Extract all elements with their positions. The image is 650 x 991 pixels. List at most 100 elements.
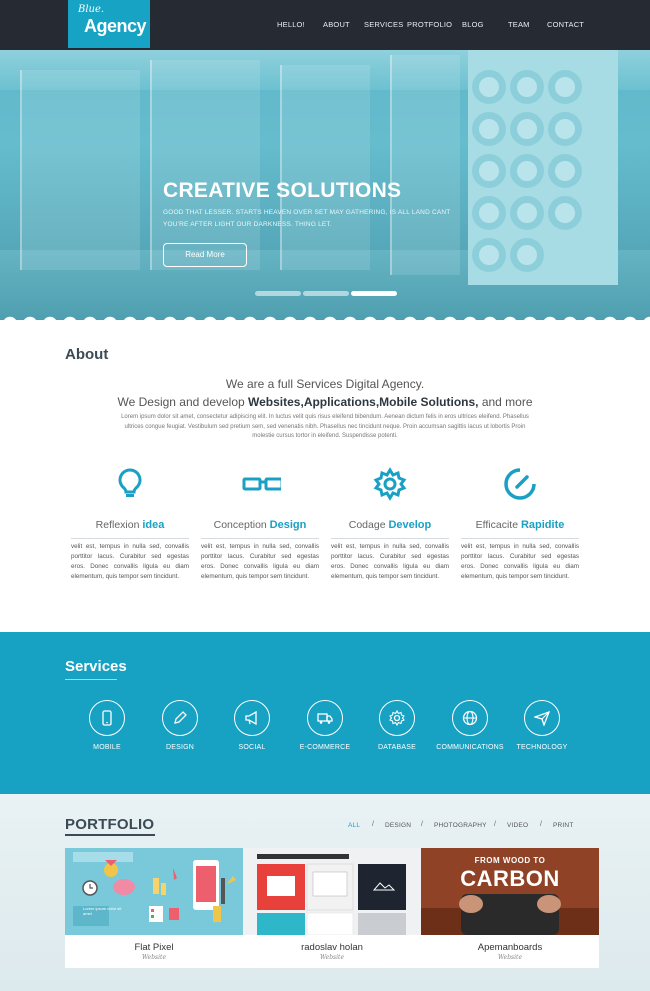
hero-image-ring: [472, 238, 506, 272]
nav-hello[interactable]: HELLO!: [277, 20, 305, 29]
filter-design[interactable]: DESIGN: [385, 822, 411, 829]
service-circle: [524, 700, 560, 736]
hero-image-ring: [472, 154, 506, 188]
filter-separator: /: [372, 821, 374, 828]
service-circle: [452, 700, 488, 736]
slider-pagination: [255, 291, 400, 296]
card-title: Flat Pixel: [134, 942, 174, 953]
feature-title: Reflexion idea: [71, 519, 189, 531]
nav-about[interactable]: ABOUT: [323, 20, 350, 29]
nav-services[interactable]: SERVICES: [364, 20, 403, 29]
hero-image-ring: [548, 154, 582, 188]
filter-photography[interactable]: PHOTOGRAPHY: [434, 822, 487, 829]
hero-image-glass-panel: [280, 65, 370, 270]
flat-illustration: [65, 848, 243, 935]
service-circle: [234, 700, 270, 736]
feature-text: velit est, tempus in nulla sed, convalli…: [331, 543, 449, 580]
scalloped-divider: [0, 312, 650, 324]
service-label: SOCIAL: [238, 744, 266, 751]
about-subheadline-post: and more: [478, 395, 533, 409]
gear-icon: [389, 710, 405, 726]
feature-divider: [71, 538, 189, 539]
portfolio-thumbnail: Lorem ipsum dolor sit amet: [65, 848, 243, 935]
pencil-icon: [174, 711, 187, 724]
portfolio-card[interactable]: radoslav holan Website: [243, 848, 421, 968]
filter-separator: /: [540, 821, 542, 828]
feature-text: velit est, tempus in nulla sed, convalli…: [201, 543, 319, 580]
card-subtitle: Website: [497, 954, 523, 961]
service-label: COMMUNICATIONS: [436, 744, 504, 751]
hero-image-glass-panel: [150, 60, 260, 270]
about-subheadline-pre: We Design and develop: [117, 395, 249, 409]
hero-image-ring: [548, 196, 582, 230]
services-section: Services MOBILE DESIGN SOCIAL E-COMMERCE…: [0, 632, 650, 794]
service-circle: [89, 700, 125, 736]
nav-contact[interactable]: CONTACT: [547, 20, 584, 29]
service-label: MOBILE: [93, 744, 121, 751]
card-subtitle: Website: [141, 954, 167, 961]
portfolio-card[interactable]: FROM WOOD TO CARBON Apemanboards Website: [421, 848, 599, 968]
card-subtitle: Website: [319, 954, 345, 961]
service-label: DATABASE: [378, 744, 416, 751]
site-header: Blue. Agency HELLO! ABOUT SERVICES PROTF…: [0, 0, 650, 50]
slider-dot-active[interactable]: [351, 291, 397, 296]
feature-title-light: Reflexion: [95, 519, 143, 531]
hero-image-ring: [510, 112, 544, 146]
about-title: About: [65, 346, 109, 363]
glasses-icon: [242, 477, 281, 491]
hero-image-wall: [468, 50, 618, 285]
service-circle: [379, 700, 415, 736]
logo-small-text: Blue.: [78, 4, 105, 15]
feature-title-bold: Rapidite: [520, 519, 565, 531]
nav-portfolio[interactable]: PROTFOLIO: [407, 20, 452, 29]
globe-icon: [462, 710, 478, 726]
portfolio-thumbnail: FROM WOOD TO CARBON: [421, 848, 599, 935]
feature-title: Codage Develop: [331, 519, 449, 531]
filter-separator: /: [421, 821, 423, 828]
portfolio-underline: [65, 834, 155, 836]
service-circle: [162, 700, 198, 736]
service-label: DESIGN: [165, 744, 195, 751]
hero-image-ring: [472, 196, 506, 230]
about-subheadline: We Design and develop Websites,Applicati…: [0, 395, 650, 409]
hero-image-glass-panel: [390, 55, 460, 275]
slider-dot[interactable]: [255, 291, 301, 296]
filter-print[interactable]: PRINT: [553, 822, 574, 829]
lightbulb-icon: [118, 468, 142, 497]
hero-image-ring: [548, 112, 582, 146]
nav-team[interactable]: TEAM: [508, 20, 530, 29]
hero-image-ring: [510, 70, 544, 104]
paper-plane-icon: [534, 710, 550, 726]
feature-divider: [201, 538, 319, 539]
feature-divider: [331, 538, 449, 539]
mobile-icon: [102, 710, 112, 726]
portfolio-title: PORTFOLIO: [65, 816, 155, 833]
feature-text: velit est, tempus in nulla sed, convalli…: [71, 543, 189, 580]
feature-title-light: Codage: [348, 519, 389, 531]
read-more-button[interactable]: Read More: [163, 243, 247, 267]
services-underline: [65, 679, 117, 680]
slider-dot[interactable]: [303, 291, 349, 296]
portfolio-card[interactable]: Lorem ipsum dolor sit amet Flat Pixel We…: [65, 848, 243, 968]
service-label: TECHNOLOGY: [516, 744, 568, 751]
feature-divider: [461, 538, 579, 539]
gear-icon: [373, 467, 407, 501]
hero-image-ring: [472, 70, 506, 104]
service-label: E-COMMERCE: [299, 744, 351, 751]
main-nav: HELLO! ABOUT SERVICES PROTFOLIO BLOG TEA…: [0, 20, 650, 32]
feature-title-bold: idea: [142, 519, 165, 531]
filter-video[interactable]: VIDEO: [507, 822, 528, 829]
filter-all[interactable]: ALL: [348, 822, 360, 829]
portfolio-section: PORTFOLIO ALL / DESIGN / PHOTOGRAPHY / V…: [0, 794, 650, 991]
thumbnail-caption: Lorem ipsum dolor sit amet: [83, 906, 122, 916]
hero-image-glass-panel: [20, 70, 140, 270]
portfolio-thumbnail: [243, 848, 421, 935]
hero-title: CREATIVE SOLUTIONS: [163, 179, 402, 202]
speedometer-icon: [504, 468, 536, 500]
poster-line-2: CARBON: [460, 866, 560, 891]
hero-slider: CREATIVE SOLUTIONS GOOD THAT LESSER. STA…: [0, 50, 650, 320]
card-title: radoslav holan: [301, 942, 363, 953]
hero-image-ring: [472, 112, 506, 146]
poster-line-1: FROM WOOD TO: [474, 856, 546, 865]
nav-blog[interactable]: BLOG: [462, 20, 484, 29]
